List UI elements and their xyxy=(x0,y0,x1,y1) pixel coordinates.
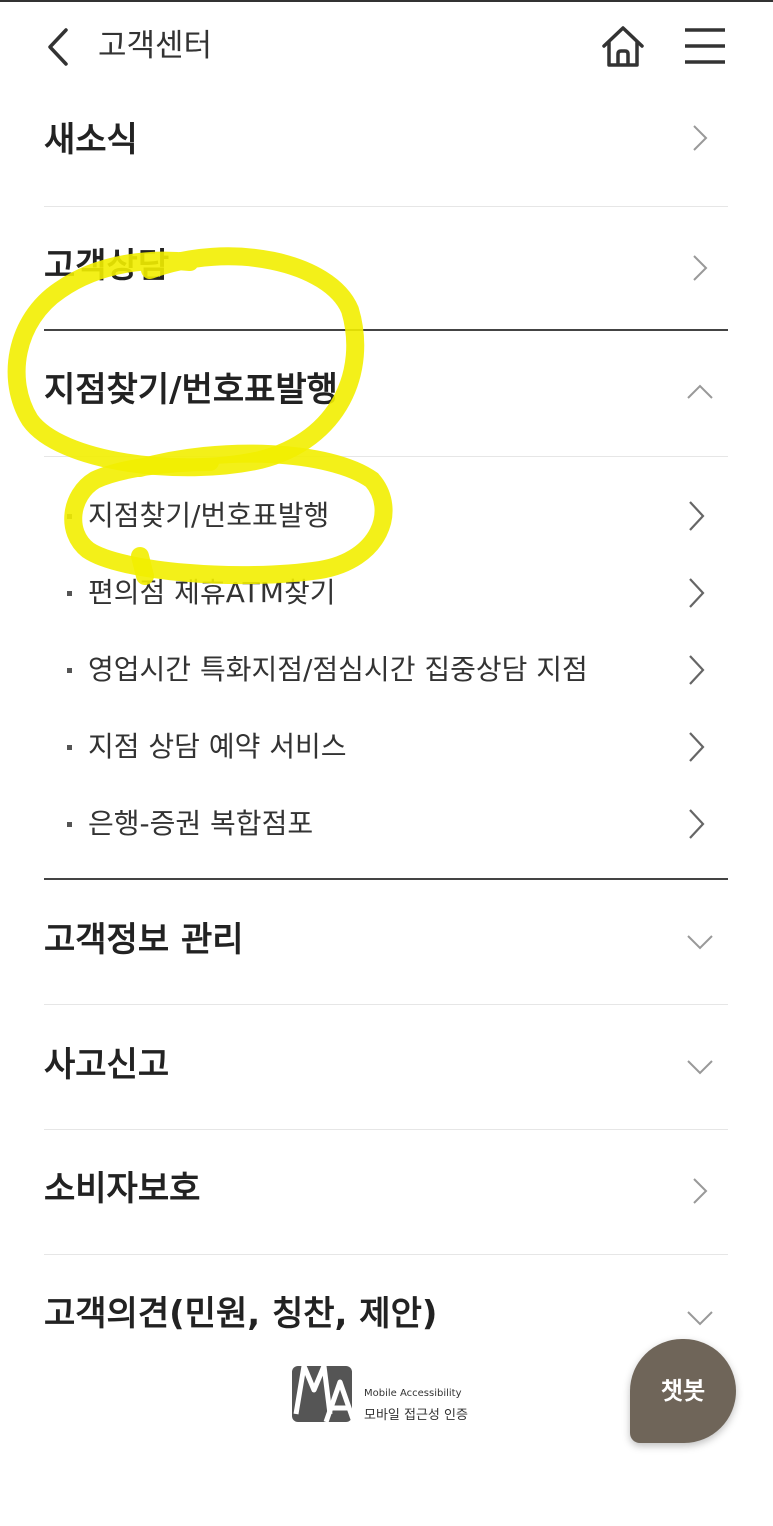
submenu-item-special-hours[interactable]: 영업시간 특화지점/점심시간 집중상담 지점 xyxy=(44,640,728,700)
mobile-accessibility-badge: Mobile Accessibility 모바일 접근성 인증 xyxy=(290,1360,490,1430)
home-button[interactable] xyxy=(598,22,648,72)
menu-item-label: 고객상담 xyxy=(44,246,170,286)
submenu-item-label: 지점찾기/번호표발행 xyxy=(88,499,330,532)
bullet xyxy=(67,822,72,827)
ma-logo-icon xyxy=(292,1363,357,1423)
menu-item-news[interactable]: 새소식 xyxy=(44,100,728,204)
bullet xyxy=(67,745,72,750)
submenu-item-combined-branch[interactable]: 은행-증권 복합점포 xyxy=(44,794,728,854)
chevron-down-icon xyxy=(687,935,713,950)
submenu-item-label: 영업시간 특화지점/점심시간 집중상담 지점 xyxy=(88,653,588,686)
menu-item-consult[interactable]: 고객상담 xyxy=(44,226,728,330)
submenu-item-branch-find[interactable]: 지점찾기/번호표발행 xyxy=(44,486,728,546)
hamburger-icon xyxy=(685,28,725,64)
ma-label-ko: 모바일 접근성 인증 xyxy=(364,1408,468,1423)
menu-item-consumer-protection[interactable]: 소비자보호 xyxy=(44,1140,728,1244)
divider xyxy=(44,1129,728,1130)
menu-item-branch[interactable]: 지점찾기/번호표발행 xyxy=(44,348,728,452)
chatbot-button[interactable]: 챗봇 xyxy=(630,1339,736,1443)
chevron-down-icon xyxy=(687,1311,713,1326)
back-button[interactable] xyxy=(40,24,80,70)
chevron-right-icon xyxy=(689,655,705,685)
chevron-down-icon xyxy=(687,1060,713,1075)
menu-button[interactable] xyxy=(682,24,728,68)
divider xyxy=(44,206,728,207)
menu-item-customer-info[interactable]: 고객정보 관리 xyxy=(44,890,728,994)
chevron-right-icon xyxy=(689,809,705,839)
chevron-right-icon xyxy=(689,501,705,531)
divider xyxy=(44,329,728,331)
menu-item-label: 사고신고 xyxy=(44,1045,170,1085)
submenu-item-reservation[interactable]: 지점 상담 예약 서비스 xyxy=(44,717,728,777)
chevron-left-icon xyxy=(48,28,68,66)
submenu-item-label: 은행-증권 복합점포 xyxy=(88,807,314,840)
chevron-right-icon xyxy=(689,578,705,608)
submenu-item-atm[interactable]: 편의점 제휴ATM찾기 xyxy=(44,563,728,623)
chevron-up-icon xyxy=(687,384,713,399)
page-title: 고객센터 xyxy=(98,28,213,64)
divider xyxy=(44,878,728,880)
header: 고객센터 xyxy=(0,2,773,92)
divider xyxy=(44,1254,728,1255)
chevron-right-icon xyxy=(693,255,708,281)
home-icon xyxy=(602,26,644,67)
bullet xyxy=(67,668,72,673)
chevron-right-icon xyxy=(693,1178,708,1204)
menu-item-label: 고객의견(민원, 칭찬, 제안) xyxy=(44,1294,438,1334)
chevron-right-icon xyxy=(693,125,708,151)
bullet xyxy=(67,514,72,519)
menu-item-label: 지점찾기/번호표발행 xyxy=(44,370,338,410)
divider xyxy=(44,1004,728,1005)
bullet xyxy=(67,591,72,596)
submenu-item-label: 지점 상담 예약 서비스 xyxy=(88,730,347,763)
menu-item-accident[interactable]: 사고신고 xyxy=(44,1016,728,1120)
submenu-item-label: 편의점 제휴ATM찾기 xyxy=(88,576,336,609)
menu-item-label: 새소식 xyxy=(44,120,138,160)
chatbot-label: 챗봇 xyxy=(660,1377,706,1405)
ma-label-en: Mobile Accessibility xyxy=(364,1388,462,1399)
chevron-right-icon xyxy=(689,732,705,762)
menu-item-label: 고객정보 관리 xyxy=(44,920,244,960)
divider xyxy=(44,456,728,457)
menu-item-label: 소비자보호 xyxy=(44,1169,201,1209)
menu-item-opinion[interactable]: 고객의견(민원, 칭찬, 제안) xyxy=(44,1266,728,1346)
